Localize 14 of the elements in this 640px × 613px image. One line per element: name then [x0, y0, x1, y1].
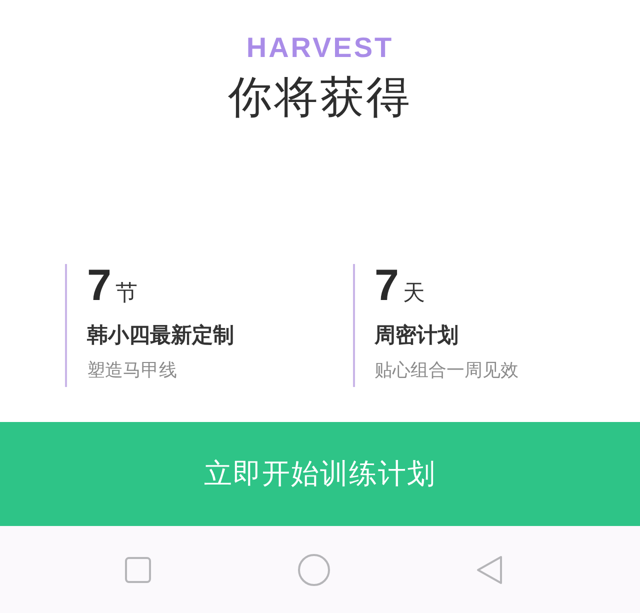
brand-logo-text: HARVEST [246, 32, 394, 64]
page-title: 你将获得 [228, 71, 412, 125]
benefit-unit: 节 [115, 280, 138, 308]
benefit-unit: 天 [402, 280, 425, 308]
benefit-subtitle: 塑造马甲线 [87, 359, 178, 383]
start-training-button[interactable]: 立即开始训练计划 [0, 422, 640, 526]
benefit-subtitle: 贴心组合一周见效 [374, 359, 520, 383]
back-icon[interactable] [475, 554, 505, 586]
benefit-heading: 韩小四最新定制 [87, 322, 235, 349]
recent-apps-icon[interactable] [124, 556, 152, 584]
benefit-number: 7 [374, 264, 399, 308]
home-icon[interactable] [296, 552, 330, 586]
benefit-heading: 周密计划 [374, 322, 460, 349]
benefit-number: 7 [87, 264, 112, 308]
